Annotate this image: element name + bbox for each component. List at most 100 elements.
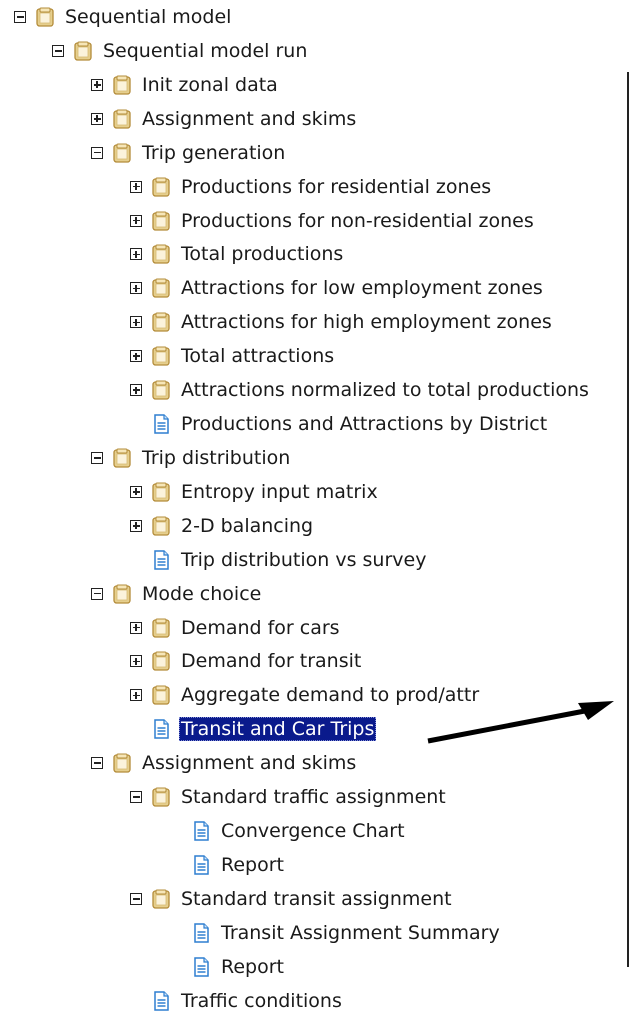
- tree-node[interactable]: Sequential model: [14, 4, 233, 30]
- expand-toggle-icon[interactable]: [91, 112, 103, 125]
- tree-node-label[interactable]: Trip distribution: [140, 446, 292, 470]
- folder-icon: [152, 651, 170, 672]
- tree-node[interactable]: Total productions: [130, 241, 345, 267]
- tree-node-label[interactable]: Productions for non-residential zones: [179, 209, 536, 233]
- collapse-toggle-icon[interactable]: [130, 892, 142, 905]
- collapse-toggle-icon[interactable]: [130, 791, 142, 804]
- folder-icon: [152, 482, 170, 502]
- document-icon: [194, 923, 209, 943]
- panel-divider: [627, 72, 629, 967]
- tree-node[interactable]: Total attractions: [130, 343, 336, 369]
- tree-node[interactable]: Attractions for high employment zones: [130, 309, 554, 335]
- tree-node[interactable]: Demand for cars: [130, 615, 342, 641]
- tree-node-label[interactable]: Report: [219, 853, 286, 877]
- folder-icon: [152, 516, 170, 536]
- tree-node-label[interactable]: Attractions for low employment zones: [179, 276, 545, 300]
- folder-icon: [74, 41, 92, 61]
- tree-node[interactable]: Attractions normalized to total producti…: [130, 377, 591, 403]
- expand-toggle-icon[interactable]: [130, 655, 142, 668]
- collapse-toggle-icon[interactable]: [91, 757, 103, 770]
- expand-toggle-icon[interactable]: [91, 78, 103, 91]
- tree-node[interactable]: Demand for transit: [130, 648, 363, 674]
- tree-node-label[interactable]: Demand for transit: [179, 649, 363, 673]
- collapse-toggle-icon[interactable]: [91, 451, 103, 464]
- collapse-toggle-icon[interactable]: [91, 587, 103, 600]
- tree-node[interactable]: Attractions for low employment zones: [130, 275, 545, 301]
- tree-node-label[interactable]: Sequential model run: [101, 39, 309, 63]
- tree-node-label[interactable]: Report: [219, 955, 286, 979]
- tree-node-label[interactable]: Transit Assignment Summary: [219, 921, 502, 945]
- collapse-toggle-icon[interactable]: [52, 44, 64, 57]
- expand-toggle-icon[interactable]: [130, 689, 142, 702]
- folder-icon: [113, 143, 131, 163]
- folder-icon: [152, 278, 170, 299]
- tree-node-label[interactable]: Aggregate demand to prod/attr: [179, 683, 481, 707]
- document-icon: [194, 821, 209, 841]
- tree-node-label[interactable]: Assignment and skims: [140, 107, 358, 131]
- tree-node[interactable]: Mode choice: [91, 581, 263, 607]
- folder-icon: [152, 346, 170, 366]
- tree-node-label[interactable]: Mode choice: [140, 582, 263, 606]
- collapse-toggle-icon[interactable]: [14, 11, 26, 23]
- tree-node-label[interactable]: Standard transit assignment: [179, 887, 454, 911]
- tree-node-label[interactable]: Productions for residential zones: [179, 175, 493, 199]
- tree-node-label[interactable]: Total attractions: [179, 344, 336, 368]
- tree-node[interactable]: Trip distribution vs survey: [130, 547, 428, 573]
- expand-toggle-icon[interactable]: [130, 519, 142, 532]
- document-icon: [154, 414, 169, 434]
- expand-toggle-icon[interactable]: [130, 180, 142, 193]
- expand-toggle-icon[interactable]: [130, 214, 142, 227]
- tree-node[interactable]: Productions for residential zones: [130, 174, 493, 200]
- tree-node-label[interactable]: Attractions for high employment zones: [179, 310, 554, 334]
- expand-toggle-icon[interactable]: [130, 384, 142, 397]
- tree-node[interactable]: Assignment and skims: [91, 750, 358, 776]
- tree-node-label[interactable]: Traffic conditions: [179, 989, 344, 1013]
- tree-node[interactable]: Assignment and skims: [91, 106, 358, 132]
- tree-node-label[interactable]: Assignment and skims: [140, 751, 358, 775]
- tree-node-label[interactable]: Entropy input matrix: [179, 480, 380, 504]
- tree-node[interactable]: Transit Assignment Summary: [170, 920, 502, 946]
- tree-node[interactable]: Productions and Attractions by District: [130, 411, 549, 437]
- tree-node-label[interactable]: Total productions: [179, 242, 345, 266]
- folder-icon: [113, 753, 131, 773]
- expand-toggle-icon[interactable]: [130, 248, 142, 261]
- tree-node[interactable]: Standard traffic assignment: [130, 784, 448, 810]
- tree-node-label[interactable]: Productions and Attractions by District: [179, 412, 549, 436]
- tree-node-label[interactable]: Sequential model: [63, 5, 233, 29]
- tree-node-label[interactable]: Demand for cars: [179, 616, 342, 640]
- folder-icon: [152, 618, 170, 638]
- tree-node-label[interactable]: Trip generation: [140, 141, 287, 165]
- folder-icon: [113, 75, 131, 95]
- expand-toggle-icon[interactable]: [130, 485, 142, 498]
- tree-node-label[interactable]: Init zonal data: [140, 73, 280, 97]
- tree-node[interactable]: Report: [170, 852, 286, 878]
- tree-node[interactable]: Convergence Chart: [170, 818, 407, 844]
- document-icon: [194, 957, 209, 977]
- tree-node-label[interactable]: Attractions normalized to total producti…: [179, 378, 591, 402]
- expand-toggle-icon[interactable]: [130, 350, 142, 363]
- tree-node-label[interactable]: Transit and Car Trips: [179, 717, 377, 742]
- tree-node[interactable]: Productions for non-residential zones: [130, 208, 536, 234]
- tree-node-label[interactable]: 2-D balancing: [179, 514, 315, 538]
- tree-node[interactable]: 2-D balancing: [130, 513, 315, 539]
- tree-node[interactable]: Aggregate demand to prod/attr: [130, 682, 481, 708]
- expand-toggle-icon[interactable]: [130, 621, 142, 634]
- folder-icon: [113, 109, 131, 129]
- expand-toggle-icon[interactable]: [130, 316, 142, 329]
- expand-toggle-icon[interactable]: [130, 282, 142, 295]
- tree-node-label[interactable]: Convergence Chart: [219, 819, 407, 843]
- tree-node-label[interactable]: Standard traffic assignment: [179, 785, 448, 809]
- tree-node[interactable]: Transit and Car Trips: [130, 716, 377, 742]
- folder-icon: [152, 211, 170, 231]
- folder-icon: [152, 889, 170, 909]
- tree-node[interactable]: Trip generation: [91, 140, 287, 166]
- tree-node[interactable]: Sequential model run: [52, 38, 309, 64]
- tree-node[interactable]: Standard transit assignment: [130, 886, 454, 912]
- tree-node[interactable]: Report: [170, 954, 286, 980]
- tree-node-label[interactable]: Trip distribution vs survey: [179, 548, 428, 572]
- tree-node[interactable]: Init zonal data: [91, 72, 280, 98]
- tree-node[interactable]: Traffic conditions: [130, 988, 344, 1014]
- tree-node[interactable]: Trip distribution: [91, 445, 292, 471]
- tree-node[interactable]: Entropy input matrix: [130, 479, 380, 505]
- collapse-toggle-icon[interactable]: [91, 146, 103, 159]
